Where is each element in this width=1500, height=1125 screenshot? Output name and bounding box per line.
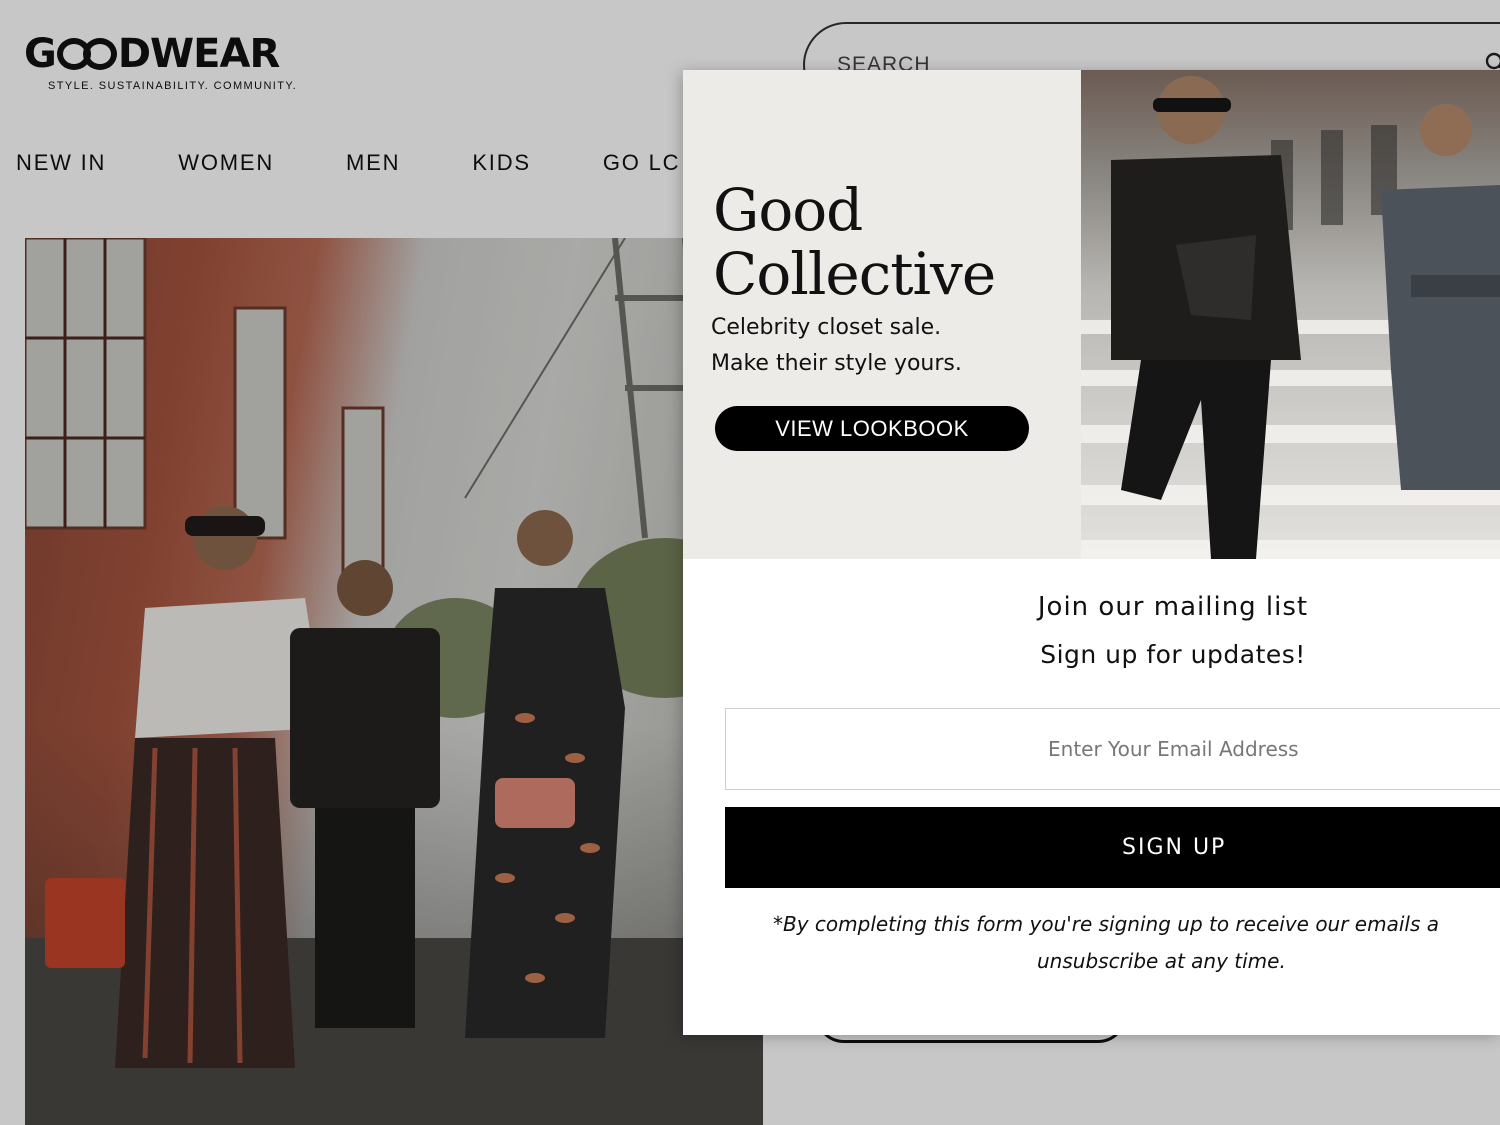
double-o-mark <box>56 38 117 70</box>
disclaimer-line-1: *By completing this form you're signing … <box>773 912 1439 936</box>
consent-disclaimer: *By completing this form you're signing … <box>773 906 1500 980</box>
promo-title-line-2: Collective <box>713 240 996 308</box>
brand-logo[interactable]: G DWEAR STYLE. SUSTAINABILITY. COMMUNITY… <box>24 30 324 92</box>
promo-subtitle-line-2: Make their style yours. <box>711 351 962 376</box>
email-field[interactable] <box>725 708 1500 790</box>
newsletter-modal: Good Collective Celebrity closet sale. M… <box>683 70 1500 1035</box>
promo-subtitle: Celebrity closet sale. Make their style … <box>711 310 1071 382</box>
brand-tagline: STYLE. SUSTAINABILITY. COMMUNITY. <box>48 80 298 92</box>
view-lookbook-button[interactable]: VIEW LOOKBOOK <box>715 406 1029 451</box>
nav-item-women[interactable]: WOMEN <box>178 148 274 182</box>
nav-item-kids[interactable]: KIDS <box>472 148 531 182</box>
promo-title: Good Collective <box>713 178 1073 306</box>
hero-image[interactable] <box>25 238 763 1125</box>
nav-item-go-local[interactable]: GO LC <box>603 148 680 182</box>
promo-photo-illustration <box>1081 76 1500 559</box>
promo-subtitle-line-1: Celebrity closet sale. <box>711 315 942 340</box>
main-nav: NEW IN WOMEN MEN KIDS GO LC <box>16 148 752 182</box>
promo-image <box>1081 70 1500 559</box>
sign-up-button[interactable]: SIGN UP <box>725 807 1500 888</box>
disclaimer-line-2: unsubscribe at any time. <box>1037 949 1286 973</box>
promo-panel: Good Collective Celebrity closet sale. M… <box>683 70 1081 559</box>
nav-item-new-in[interactable]: NEW IN <box>16 148 106 182</box>
promo-title-line-1: Good <box>713 176 863 244</box>
brand-wordmark: G DWEAR <box>24 31 280 77</box>
mailing-list-title: Join our mailing list <box>1037 592 1309 622</box>
hero-photo-illustration <box>25 238 763 1125</box>
mailing-list-subtitle: Sign up for updates! <box>1040 640 1306 669</box>
nav-item-men[interactable]: MEN <box>346 148 400 182</box>
